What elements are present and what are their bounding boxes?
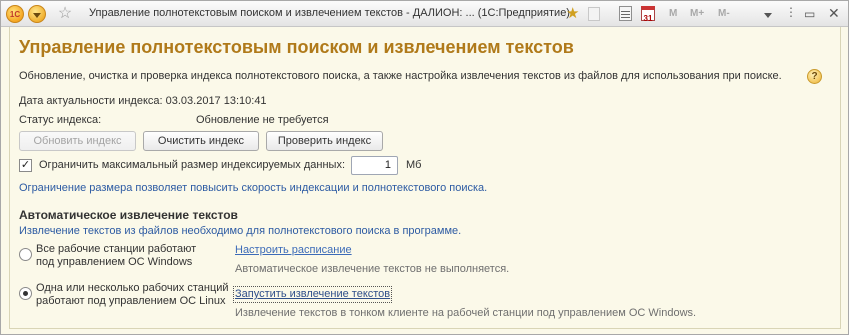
linux-label: Одна или несколько рабочих станций работ… <box>36 282 229 308</box>
linux-label-line2: работают под управлением ОС Linux <box>36 295 226 307</box>
memory-plus-button[interactable]: M+ <box>690 8 704 19</box>
extraction-hint: Извлечение текстов из файлов необходимо … <box>19 225 462 237</box>
index-date-label: Дата актуальности индекса: 03.03.2017 13… <box>19 95 267 107</box>
size-unit-label: Мб <box>406 159 422 171</box>
run-extraction-status: Извлечение текстов в тонком клиенте на р… <box>235 307 697 319</box>
extraction-section-title: Автоматическое извлечение текстов <box>19 208 238 222</box>
1c-logo-icon[interactable]: 1С <box>6 5 24 23</box>
window-title: Управление полнотекстовым поиском и извл… <box>89 7 570 19</box>
limit-size-label: Ограничить максимальный размер индексиру… <box>39 159 346 171</box>
linux-radio[interactable] <box>19 287 32 300</box>
memory-m-button[interactable]: M <box>669 8 677 19</box>
title-bar: 1С ☆ Управление полнотекстовым поиском и… <box>1 1 848 27</box>
schedule-link[interactable]: Настроить расписание <box>235 244 352 256</box>
memory-minus-button[interactable]: M- <box>718 8 730 19</box>
help-icon[interactable]: ? <box>807 69 822 84</box>
main-menu-button[interactable] <box>28 5 46 23</box>
limit-size-checkbox[interactable]: ✓ <box>19 159 32 172</box>
run-extraction-link[interactable]: Запустить извлечение текстов <box>235 288 390 300</box>
more-options-icon[interactable]: ⋮ <box>785 5 797 19</box>
linux-label-line1: Одна или несколько рабочих станций <box>36 282 229 294</box>
add-to-favorites-icon[interactable]: ★ <box>566 6 582 22</box>
limit-hint: Ограничение размера позволяет повысить с… <box>19 182 488 194</box>
check-index-button[interactable]: Проверить индекс <box>266 131 383 151</box>
calendar-icon[interactable]: 31 <box>641 6 655 23</box>
link-document-icon[interactable] <box>588 7 600 21</box>
windows-only-label-line2: под управлением ОС Windows <box>36 256 193 268</box>
clear-index-button[interactable]: Очистить индекс <box>143 131 259 151</box>
windows-only-label-line1: Все рабочие станции работают <box>36 243 197 255</box>
windows-only-label: Все рабочие станции работают под управле… <box>36 243 196 269</box>
page-description: Обновление, очистка и проверка индекса п… <box>19 70 782 82</box>
index-status-value: Обновление не требуется <box>196 114 329 126</box>
page-title: Управление полнотекстовым поиском и извл… <box>19 37 574 57</box>
favorites-star-icon[interactable]: ☆ <box>56 5 74 23</box>
index-status-label: Статус индекса: <box>19 114 102 126</box>
minimize-button[interactable]: ▭ <box>804 7 815 21</box>
schedule-status: Автоматическое извлечение текстов не вып… <box>235 263 510 275</box>
windows-only-radio[interactable] <box>19 248 32 261</box>
app-window: 1С ☆ Управление полнотекстовым поиском и… <box>0 0 849 335</box>
toolbar-dropdown-icon[interactable] <box>764 13 772 18</box>
update-index-button[interactable]: Обновить индекс <box>19 131 136 151</box>
calculator-icon[interactable] <box>619 6 632 21</box>
close-button[interactable]: ✕ <box>828 5 840 22</box>
run-extraction-focus: Запустить извлечение текстов <box>233 286 393 303</box>
max-size-input[interactable]: 1 <box>351 156 398 175</box>
